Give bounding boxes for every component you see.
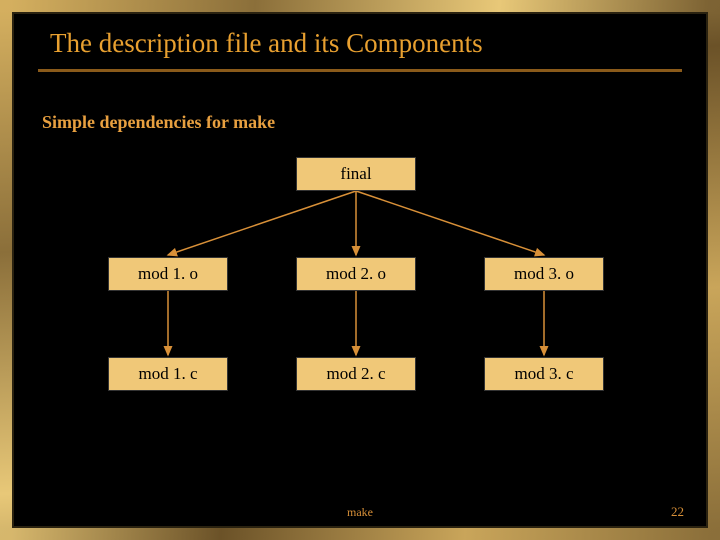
node-final: final (296, 157, 416, 191)
node-mod1-c: mod 1. c (108, 357, 228, 391)
node-mod3-o: mod 3. o (484, 257, 604, 291)
node-mod2-c: mod 2. c (296, 357, 416, 391)
node-mod1-o: mod 1. o (108, 257, 228, 291)
page-number: 22 (671, 504, 684, 520)
node-mod3-c: mod 3. c (484, 357, 604, 391)
slide-content: The description file and its Components … (38, 28, 682, 512)
dependency-diagram: final mod 1. o mod 2. o mod 3. o mod 1. … (38, 157, 682, 427)
node-mod2-o: mod 2. o (296, 257, 416, 291)
slide-title: The description file and its Components (38, 28, 682, 72)
footer-label: make (347, 505, 373, 520)
slide-subtitle: Simple dependencies for make (38, 112, 682, 133)
